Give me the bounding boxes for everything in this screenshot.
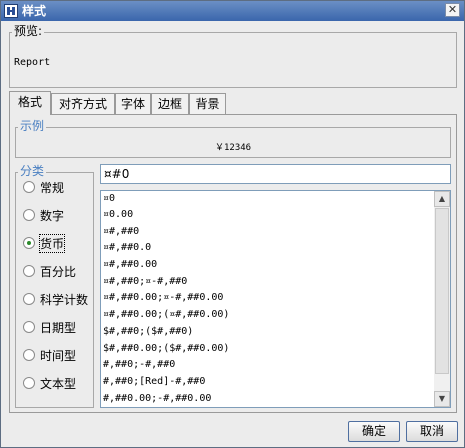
list-item[interactable]: #,##0;-#,##0 (103, 359, 175, 371)
radio-icon[interactable] (23, 377, 35, 389)
radio-selected-icon[interactable] (23, 237, 35, 249)
list-item[interactable]: ¤#,##0.00;(¤#,##0.00) (103, 309, 229, 321)
radio-percent[interactable]: 百分比 (23, 263, 76, 279)
radio-icon[interactable] (23, 209, 35, 221)
radio-icon[interactable] (23, 349, 35, 361)
tab-format[interactable]: 格式 (9, 91, 51, 115)
radio-scientific[interactable]: 科学计数 (23, 291, 88, 307)
radio-date[interactable]: 日期型 (23, 319, 76, 335)
tab-alignment[interactable]: 对齐方式 (51, 93, 115, 114)
list-item[interactable]: ¤#,##0.00;¤-#,##0.00 (103, 292, 223, 304)
list-item[interactable]: #,##0.00;-#,##0.00 (103, 393, 211, 405)
scrollbar-thumb[interactable] (435, 208, 449, 374)
list-scrollbar[interactable]: ▲ ▼ (434, 191, 450, 407)
scroll-down-icon[interactable]: ▼ (434, 391, 450, 407)
format-list[interactable]: ¤0 ¤0.00 ¤#,##0 ¤#,##0.0 ¤#,##0.00 ¤#,##… (100, 190, 451, 408)
tab-background[interactable]: 背景 (189, 93, 226, 114)
window-title: 样式 (22, 4, 47, 18)
list-item[interactable]: $#,##0.00;($#,##0.00) (103, 343, 229, 355)
radio-general[interactable]: 常规 (23, 179, 64, 195)
tab-border[interactable]: 边框 (151, 93, 189, 114)
list-item[interactable]: ¤#,##0 (103, 226, 139, 238)
preview-group (9, 32, 457, 88)
category-legend: 分类 (18, 164, 47, 178)
radio-time[interactable]: 时间型 (23, 347, 76, 363)
format-pattern-input[interactable]: ¤#0 (100, 164, 451, 184)
list-item[interactable]: ¤#,##0.0 (103, 242, 151, 254)
ok-button[interactable]: 确定 (348, 421, 400, 442)
list-item[interactable]: ¤#,##0.00 (103, 259, 157, 271)
app-logo-icon (4, 4, 18, 18)
radio-icon[interactable] (23, 181, 35, 193)
style-dialog: 样式 ✕ 预览: Report 格式 对齐方式 字体 边框 背景 示例 ￥123… (0, 0, 465, 448)
list-item[interactable]: ¤#,##0;¤-#,##0 (103, 276, 187, 288)
list-item[interactable]: #,##0;[Red]-#,##0 (103, 376, 205, 388)
preview-legend: 预览: (12, 24, 45, 38)
sample-value: ￥12346 (215, 143, 252, 153)
list-item[interactable]: $#,##0;($#,##0) (103, 326, 193, 338)
list-item[interactable]: ¤0.00 (103, 209, 133, 221)
scroll-up-icon[interactable]: ▲ (434, 191, 450, 207)
preview-text: Report (14, 57, 51, 68)
radio-icon[interactable] (23, 321, 35, 333)
radio-currency[interactable]: 货币 (23, 233, 66, 253)
cancel-button[interactable]: 取消 (406, 421, 458, 442)
radio-icon[interactable] (23, 293, 35, 305)
radio-text[interactable]: 文本型 (23, 375, 76, 391)
tab-font[interactable]: 字体 (115, 93, 151, 114)
list-item[interactable]: ¤0 (103, 193, 115, 205)
close-button[interactable]: ✕ (445, 3, 460, 17)
sample-legend: 示例 (18, 119, 47, 133)
radio-number[interactable]: 数字 (23, 207, 64, 223)
radio-icon[interactable] (23, 265, 35, 277)
title-bar[interactable]: 样式 ✕ (1, 1, 464, 21)
